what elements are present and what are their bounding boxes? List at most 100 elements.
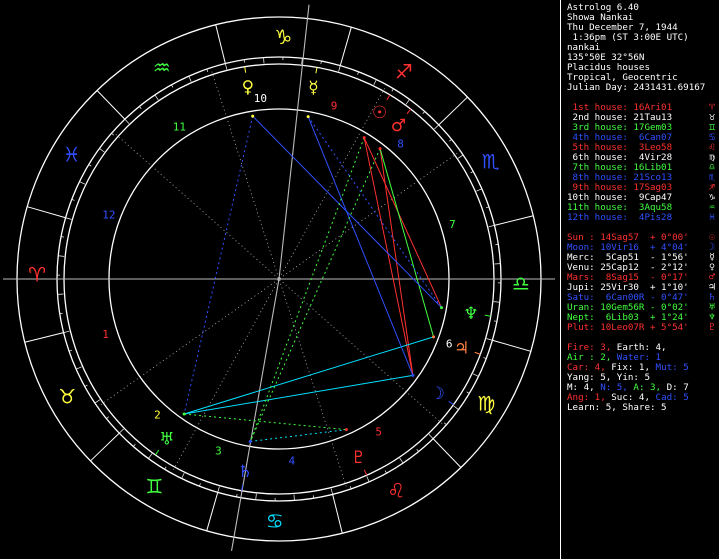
zodiac-sign-icon: ♑ [274, 25, 292, 49]
zodiac-sign-icon: ♈ [28, 263, 46, 287]
planet-glyph-icon: ☿ [308, 78, 318, 98]
sign-boundary [332, 494, 343, 534]
planet-glyph-icon: ☉ [372, 103, 387, 123]
planet-glyph-icon: ♅ [159, 430, 174, 450]
degree-tick [106, 416, 109, 419]
element-summary-line: Learn: 5, Share: 5 [567, 403, 667, 413]
zodiac-sign-icon: ♐ [395, 60, 413, 84]
planet-point [411, 373, 415, 377]
degree-tick [164, 466, 167, 470]
zodiac-sign-icon: ♉ [58, 384, 76, 408]
degree-tick [444, 422, 447, 425]
degree-tick [434, 124, 439, 130]
house-number: 10 [254, 92, 267, 105]
degree-tick [139, 106, 142, 109]
degree-tick [68, 349, 73, 352]
degree-tick [124, 119, 130, 124]
planet-point [248, 439, 252, 443]
degree-tick [111, 133, 114, 136]
aspect-line [184, 413, 347, 431]
house-number: 3 [215, 445, 222, 458]
degree-tick [133, 444, 136, 447]
degree-tick [453, 405, 459, 410]
planet-point [182, 412, 186, 416]
planet-point [432, 335, 436, 339]
sign-boundary [432, 438, 462, 468]
degree-tick [63, 330, 70, 333]
house-number: 9 [331, 100, 338, 113]
planet-glyph-icon: ☽ [430, 384, 445, 404]
sign-boundary [27, 206, 66, 219]
degree-tick [330, 488, 333, 495]
degree-tick [188, 76, 192, 82]
planet-tick [363, 469, 368, 476]
planet-tick [406, 108, 412, 115]
sign-boundary [438, 96, 468, 126]
degree-tick [486, 338, 493, 341]
degree-tick [206, 68, 209, 73]
degree-tick [94, 399, 101, 404]
planet-glyph-icon: ♃ [454, 338, 469, 358]
degree-tick [366, 476, 370, 482]
house-number: 4 [288, 455, 295, 468]
planet-point [251, 114, 255, 118]
zodiac-sign-icon: ♋ [266, 509, 284, 533]
house-number: 7 [449, 218, 456, 231]
degree-tick [148, 453, 153, 459]
planet-glyph-icon: ♇ [351, 448, 366, 468]
zodiac-sign-icon: ♏ [482, 150, 500, 174]
house-number: 1 [102, 328, 109, 341]
degree-tick [391, 88, 394, 92]
zodiac-sign-icon: ♌ [387, 479, 405, 503]
aspect-line [249, 148, 381, 442]
planet-tick [474, 351, 481, 355]
sign-boundary [492, 339, 531, 352]
house-number: 2 [154, 408, 161, 421]
degree-tick [225, 63, 228, 70]
degree-tick [466, 391, 470, 394]
degree-tick [84, 384, 88, 387]
header-line: Julian Day: 2431431.69167 [567, 82, 706, 93]
sign-boundary [24, 332, 64, 343]
aspect-line [250, 429, 347, 442]
degree-tick [405, 99, 410, 105]
planet-glyph-icon: ♄ [237, 462, 252, 482]
planet-glyph-icon: ♂ [391, 116, 406, 136]
degree-tick [422, 111, 425, 114]
house-cusp-line [97, 278, 280, 408]
planet-tick [315, 67, 318, 74]
planet-tick [154, 449, 160, 456]
zodiac-sign-icon: ♒ [153, 55, 171, 79]
house-number: 12 [102, 208, 115, 221]
aspect-line [379, 148, 435, 337]
degree-tick [76, 366, 82, 370]
house-number: 11 [173, 121, 186, 134]
house-cusp-line [278, 278, 446, 427]
degree-tick [428, 434, 434, 439]
house-cusp-line: 12th house: 4Pis28 [567, 212, 673, 223]
degree-tick [154, 94, 159, 101]
degree-tick [65, 217, 72, 220]
aspect-line [183, 116, 254, 415]
degree-tick [384, 470, 387, 474]
sign-boundary [494, 215, 534, 226]
planet-position-line: Plut: 10Leo07R + 5°54' [567, 322, 689, 333]
degree-tick [217, 486, 220, 493]
sign-boundary [215, 24, 226, 64]
degree-tick [79, 181, 86, 185]
glyph-icon: ♇ [708, 322, 716, 333]
planet-tick [448, 400, 454, 406]
planet-point [378, 147, 382, 151]
degree-tick [416, 449, 419, 452]
sign-boundary [96, 90, 126, 120]
degree-tick [181, 472, 185, 479]
degree-tick [119, 428, 124, 434]
degree-tick [255, 493, 257, 500]
degree-tick [472, 373, 479, 377]
house-cusp-line [210, 67, 280, 280]
planet-point [344, 428, 348, 432]
house-number: 6 [446, 338, 453, 351]
chart-info-panel: Astrolog 6.40 Showa Nankai Thu December 7,… [560, 0, 719, 559]
degree-tick [470, 171, 474, 174]
degree-tick [99, 148, 105, 153]
